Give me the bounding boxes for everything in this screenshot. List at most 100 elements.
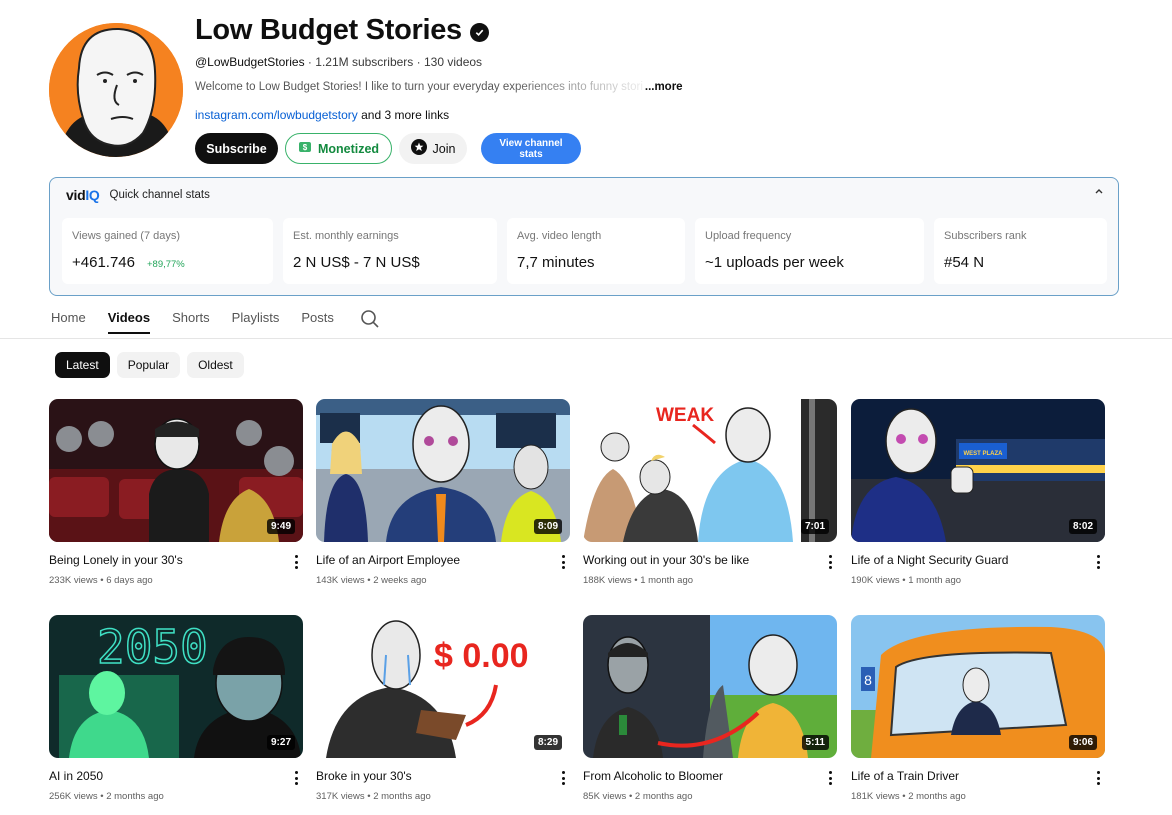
video-duration: 9:27 (266, 735, 295, 750)
svg-text:$: $ (303, 143, 308, 152)
video-title[interactable]: From Alcoholic to Bloomer (583, 769, 808, 783)
channel-handle: @LowBudgetStories (195, 55, 305, 69)
more-links[interactable]: and 3 more links (361, 108, 449, 122)
video-count: 130 videos (424, 55, 483, 69)
more-options-icon[interactable] (1093, 553, 1103, 571)
channel-tabs: Home Videos Shorts Playlists Posts (51, 309, 380, 334)
sort-chips: Latest Popular Oldest (55, 352, 244, 378)
monetized-label: Monetized (317, 141, 380, 156)
meta-separator: · (416, 55, 421, 69)
channel-name: Low Budget Stories (195, 14, 462, 46)
thumb-text-year: 2050 (97, 620, 208, 674)
stat-value: ~1 uploads per week (705, 254, 844, 271)
verified-icon (469, 22, 489, 42)
stat-label: Upload frequency (705, 230, 792, 242)
video-meta: 233K views • 6 days ago (49, 575, 153, 586)
channel-meta: @LowBudgetStories · 1.21M subscribers · … (195, 55, 482, 69)
thumb-text-store: WEST PLAZA (964, 451, 1004, 457)
video-thumbnail[interactable]: 9:49 (49, 399, 303, 542)
tab-posts[interactable]: Posts (301, 310, 334, 334)
stat-card-frequency: Upload frequency ~1 uploads per week (695, 218, 924, 284)
more-link[interactable]: ...more (645, 81, 683, 93)
stat-growth: +89,77% (146, 259, 185, 270)
more-options-icon[interactable] (825, 769, 835, 787)
vidiq-panel: vidIQ Quick channel stats Views gained (… (49, 177, 1119, 296)
description-text: Welcome to Low Budget Stories! I like to… (195, 81, 643, 93)
search-icon[interactable] (360, 309, 380, 332)
video-title[interactable]: Working out in your 30's be like (583, 553, 808, 567)
stat-card-length: Avg. video length 7,7 minutes (507, 218, 685, 284)
video-thumbnail[interactable]: 2050 9:27 (49, 615, 303, 758)
thumb-text-platform: 8 (864, 672, 872, 688)
video-thumbnail[interactable]: WEST PLAZA 8:02 (851, 399, 1105, 542)
stat-label: Subscribers rank (944, 230, 1027, 242)
meta-separator: · (307, 55, 312, 69)
stat-label: Avg. video length (517, 230, 602, 242)
subscribe-button[interactable]: Subscribe (195, 133, 278, 164)
more-options-icon[interactable] (291, 769, 301, 787)
join-label: Join (432, 141, 456, 156)
vidiq-logo: vidIQ (66, 187, 100, 203)
video-title[interactable]: Life of a Train Driver (851, 769, 1076, 783)
video-title[interactable]: Life of an Airport Employee (316, 553, 541, 567)
vidiq-heading: Quick channel stats (109, 189, 210, 201)
view-channel-stats-button[interactable]: View channel stats (481, 133, 581, 164)
video-thumbnail[interactable]: 8 9:06 (851, 615, 1105, 758)
video-meta: 85K views • 2 months ago (583, 791, 693, 802)
channel-description[interactable]: Welcome to Low Budget Stories! I like to… (195, 81, 705, 93)
channel-actions: Subscribe $ Monetized Join View channel … (195, 133, 581, 164)
channel-avatar[interactable] (49, 23, 183, 157)
stat-value: 7,7 minutes (517, 254, 595, 271)
monetized-button[interactable]: $ Monetized (285, 133, 392, 164)
more-options-icon[interactable] (558, 769, 568, 787)
star-icon (410, 139, 427, 158)
stat-value: +461.746 +89,77% (72, 254, 185, 271)
video-thumbnail[interactable]: $ 0.00 8:29 (316, 615, 570, 758)
monetized-icon: $ (298, 140, 312, 157)
stat-card-views: Views gained (7 days) +461.746 +89,77% (62, 218, 273, 284)
vidiq-header: vidIQ Quick channel stats (66, 187, 210, 203)
video-meta: 256K views • 2 months ago (49, 791, 164, 802)
video-meta: 188K views • 1 month ago (583, 575, 694, 586)
stat-card-rank: Subscribers rank #54 N (934, 218, 1107, 284)
join-button[interactable]: Join (399, 133, 467, 164)
more-options-icon[interactable] (558, 553, 568, 571)
video-meta: 190K views • 1 month ago (851, 575, 962, 586)
video-duration: 8:29 (533, 735, 562, 750)
tab-videos[interactable]: Videos (107, 310, 151, 334)
video-meta: 317K views • 2 months ago (316, 791, 431, 802)
video-title[interactable]: AI in 2050 (49, 769, 274, 783)
video-title[interactable]: Broke in your 30's (316, 769, 541, 783)
stat-label: Views gained (7 days) (72, 230, 181, 242)
tab-shorts[interactable]: Shorts (172, 310, 210, 334)
more-options-icon[interactable] (825, 553, 835, 571)
video-thumbnail[interactable]: 8:09 (316, 399, 570, 542)
channel-title: Low Budget Stories (195, 14, 489, 47)
video-duration: 9:06 (1068, 735, 1097, 750)
video-meta: 181K views • 2 months ago (851, 791, 966, 802)
video-duration: 9:49 (266, 519, 295, 534)
chip-popular[interactable]: Popular (116, 352, 181, 378)
video-title[interactable]: Being Lonely in your 30's (49, 553, 274, 567)
video-title[interactable]: Life of a Night Security Guard (851, 553, 1076, 567)
stat-card-earnings: Est. monthly earnings 2 N US$ - 7 N US$ (283, 218, 497, 284)
video-duration: 8:09 (533, 519, 562, 534)
video-duration: 7:01 (800, 519, 829, 534)
thumb-text-money: $ 0.00 (434, 637, 529, 675)
video-duration: 8:02 (1068, 519, 1097, 534)
chevron-up-icon[interactable] (1094, 186, 1104, 198)
instagram-link[interactable]: instagram.com/lowbudgetstory (195, 108, 358, 122)
stat-label: Est. monthly earnings (293, 230, 399, 242)
channel-links: instagram.com/lowbudgetstory and 3 more … (195, 108, 449, 122)
subscriber-count: 1.21M subscribers (315, 55, 414, 69)
thumb-text-weak: WEAK (656, 405, 714, 426)
video-thumbnail[interactable]: WEAK 7:01 (583, 399, 837, 542)
more-options-icon[interactable] (291, 553, 301, 571)
video-thumbnail[interactable]: 5:11 (583, 615, 837, 758)
video-meta: 143K views • 2 weeks ago (316, 575, 427, 586)
chip-latest[interactable]: Latest (55, 352, 110, 378)
tab-home[interactable]: Home (51, 310, 86, 334)
chip-oldest[interactable]: Oldest (187, 352, 244, 378)
tab-playlists[interactable]: Playlists (232, 310, 280, 334)
more-options-icon[interactable] (1093, 769, 1103, 787)
